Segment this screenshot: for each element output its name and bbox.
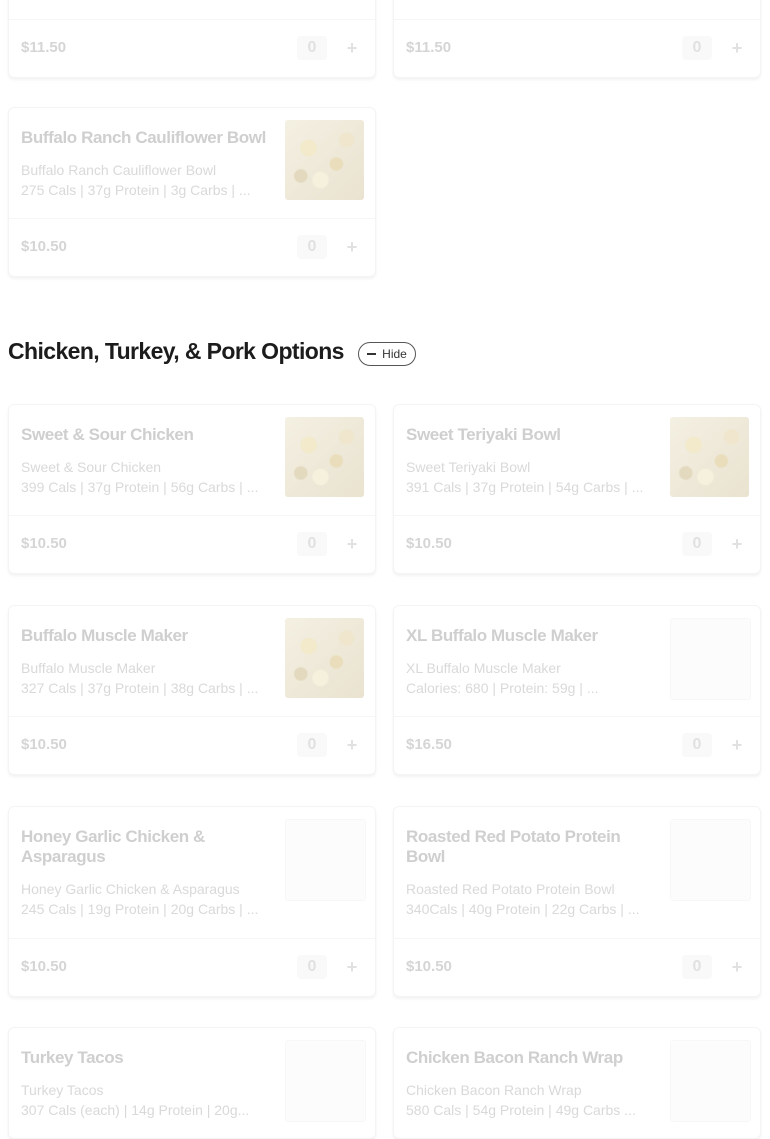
item-description: Turkey Tacos: [21, 1082, 104, 1098]
food-photo: [285, 120, 364, 200]
card-footer: $10.50 0 +: [9, 938, 375, 996]
menu-item-card[interactable]: Sweet Teriyaki Bowl Sweet Teriyaki Bowl …: [393, 404, 761, 574]
item-price: $10.50: [21, 535, 67, 552]
item-nutrition: 327 Cals | 37g Protein | 38g Carbs | ...: [21, 680, 259, 696]
item-nutrition: 245 Cals | 19g Protein | 20g Carbs | ...: [21, 901, 259, 917]
item-name: Honey Garlic Chicken & Asparagus: [21, 827, 205, 866]
food-photo: [670, 417, 749, 497]
item-name: Sweet Teriyaki Bowl: [406, 425, 561, 444]
quantity-count: 0: [682, 733, 712, 757]
item-price: $10.50: [21, 736, 67, 753]
item-nutrition: 307 Cals (each) | 14g Protein | 20g...: [21, 1102, 250, 1118]
quantity-count: 0: [682, 532, 712, 556]
item-nutrition: Calories: 680 | Protein: 59g | ...: [406, 680, 599, 696]
item-nutrition: 580 Cals | 54g Protein | 49g Carbs ...: [406, 1102, 636, 1118]
item-description: Buffalo Ranch Cauliflower Bowl: [21, 162, 217, 178]
plus-icon[interactable]: +: [728, 736, 746, 754]
hide-section-button[interactable]: Hide: [358, 342, 416, 366]
item-name: Buffalo Muscle Maker: [21, 626, 188, 645]
card-footer: $11.50 0 +: [394, 19, 760, 77]
card-footer: $10.50 0 +: [9, 515, 375, 573]
menu-item-card[interactable]: Buffalo Ranch Cauliflower Bowl Buffalo R…: [8, 107, 376, 277]
item-description: Roasted Red Potato Protein Bowl: [406, 881, 615, 897]
photo-placeholder: [670, 1040, 751, 1122]
item-price: $10.50: [21, 238, 67, 255]
menu-item-card[interactable]: Chicken Bacon Ranch Wrap Chicken Bacon R…: [393, 1027, 761, 1139]
food-photo: [285, 618, 364, 698]
photo-placeholder: [285, 1040, 366, 1122]
photo-placeholder: [285, 819, 366, 901]
card-footer: $10.50 0 +: [9, 716, 375, 774]
quantity-count: 0: [297, 955, 327, 979]
plus-icon[interactable]: +: [343, 958, 361, 976]
card-footer: $16.50 0 +: [394, 716, 760, 774]
plus-icon[interactable]: +: [343, 39, 361, 57]
menu-item-card[interactable]: Honey Garlic Chicken & Asparagus Honey G…: [8, 806, 376, 997]
quantity-count: 0: [682, 955, 712, 979]
item-price: $16.50: [406, 736, 452, 753]
item-price: $11.50: [406, 39, 452, 56]
menu-item-card[interactable]: Roasted Red Potato Protein Bowl Roasted …: [393, 806, 761, 997]
card-header: Buffalo Ranch Cauliflower Bowl Buffalo R…: [9, 108, 375, 218]
plus-icon[interactable]: +: [728, 958, 746, 976]
card-header: Buffalo Muscle Maker Buffalo Muscle Make…: [9, 606, 375, 716]
item-price: $10.50: [406, 958, 452, 975]
menu-item-card[interactable]: $11.50 0 +: [393, 0, 761, 78]
item-description: Sweet & Sour Chicken: [21, 459, 162, 475]
item-description: Buffalo Muscle Maker: [21, 660, 156, 676]
item-nutrition: 399 Cals | 37g Protein | 56g Carbs | ...: [21, 479, 259, 495]
card-footer: $10.50 0 +: [9, 218, 375, 276]
card-header: Turkey Tacos Turkey Tacos 307 Cals (each…: [9, 1028, 375, 1138]
section-title: Chicken, Turkey, & Pork Options: [8, 338, 344, 364]
quantity-count: 0: [297, 532, 327, 556]
photo-placeholder: [670, 819, 751, 901]
menu-item-card[interactable]: Turkey Tacos Turkey Tacos 307 Cals (each…: [8, 1027, 376, 1139]
photo-placeholder: [670, 618, 751, 700]
plus-icon[interactable]: +: [728, 535, 746, 553]
card-header: Honey Garlic Chicken & Asparagus Honey G…: [9, 807, 375, 938]
card-header: Chicken Bacon Ranch Wrap Chicken Bacon R…: [394, 1028, 760, 1138]
quantity-count: 0: [682, 36, 712, 60]
quantity-count: 0: [297, 36, 327, 60]
item-price: $10.50: [21, 958, 67, 975]
plus-icon[interactable]: +: [343, 736, 361, 754]
card-footer: $11.50 0 +: [9, 19, 375, 77]
hide-label: Hide: [382, 347, 407, 361]
item-name: Sweet & Sour Chicken: [21, 425, 194, 444]
menu-item-card[interactable]: $11.50 0 +: [8, 0, 376, 78]
item-name: Buffalo Ranch Cauliflower Bowl: [21, 128, 266, 147]
plus-icon[interactable]: +: [343, 238, 361, 256]
item-description: Honey Garlic Chicken & Asparagus: [21, 881, 240, 897]
item-name: Chicken Bacon Ranch Wrap: [406, 1048, 623, 1067]
plus-icon[interactable]: +: [343, 535, 361, 553]
card-header: [9, 0, 375, 19]
card-header: XL Buffalo Muscle Maker XL Buffalo Muscl…: [394, 606, 760, 716]
food-photo: [285, 417, 364, 497]
item-name: XL Buffalo Muscle Maker: [406, 626, 598, 645]
plus-icon[interactable]: +: [728, 39, 746, 57]
menu-item-card[interactable]: XL Buffalo Muscle Maker XL Buffalo Muscl…: [393, 605, 761, 775]
quantity-count: 0: [297, 235, 327, 259]
minus-icon: [367, 353, 377, 355]
card-header: Roasted Red Potato Protein Bowl Roasted …: [394, 807, 760, 938]
card-footer: $10.50 0 +: [394, 938, 760, 996]
menu-item-card[interactable]: Buffalo Muscle Maker Buffalo Muscle Make…: [8, 605, 376, 775]
quantity-count: 0: [297, 733, 327, 757]
item-price: $10.50: [406, 535, 452, 552]
card-header: Sweet Teriyaki Bowl Sweet Teriyaki Bowl …: [394, 405, 760, 515]
item-name: Roasted Red Potato Protein Bowl: [406, 827, 621, 866]
item-description: XL Buffalo Muscle Maker: [406, 660, 561, 676]
item-description: Sweet Teriyaki Bowl: [406, 459, 531, 475]
card-header: Sweet & Sour Chicken Sweet & Sour Chicke…: [9, 405, 375, 515]
card-header: [394, 0, 760, 19]
item-nutrition: 340Cals | 40g Protein | 22g Carbs | ...: [406, 901, 640, 917]
item-name: Turkey Tacos: [21, 1048, 124, 1067]
item-price: $11.50: [21, 39, 67, 56]
item-nutrition: 391 Cals | 37g Protein | 54g Carbs | ...: [406, 479, 644, 495]
menu-item-card[interactable]: Sweet & Sour Chicken Sweet & Sour Chicke…: [8, 404, 376, 574]
item-description: Chicken Bacon Ranch Wrap: [406, 1082, 582, 1098]
card-footer: $10.50 0 +: [394, 515, 760, 573]
item-nutrition: 275 Cals | 37g Protein | 3g Carbs | ...: [21, 182, 251, 198]
